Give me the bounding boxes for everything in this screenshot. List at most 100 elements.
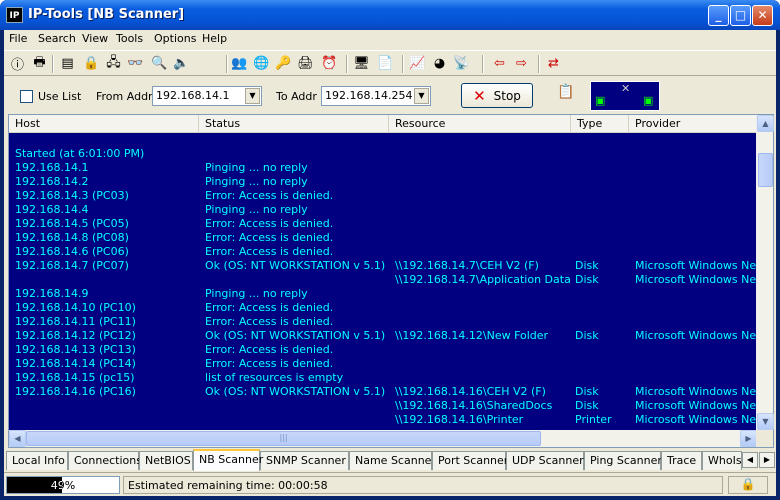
row-host: 192.168.14.9 <box>15 287 89 300</box>
title-bar[interactable]: IP IP-Tools [NB Scanner] _ □ ✕ <box>0 0 780 30</box>
tab-port-scanner[interactable]: Port Scanner <box>432 451 508 470</box>
scroll-up-button[interactable]: ▲ <box>757 115 774 132</box>
list-body[interactable]: Started (at 6:01:00 PM) 192.168.14.1 Ping… <box>9 133 757 430</box>
clock-icon[interactable]: ⏰ <box>320 54 339 73</box>
menu-item-options[interactable]: Options <box>154 32 196 45</box>
chevron-down-icon[interactable]: ▼ <box>414 88 429 104</box>
menu-item-view[interactable]: View <box>82 32 108 45</box>
scroll-left-button[interactable]: ◀ <box>9 430 26 447</box>
close-button[interactable]: ✕ <box>752 5 773 26</box>
document-icon[interactable]: 📄 <box>376 54 395 73</box>
tab-connections[interactable]: Connections <box>68 451 142 470</box>
use-list-checkbox[interactable] <box>20 90 33 103</box>
row-host: 192.168.14.1 <box>15 161 89 174</box>
tab-udp-scanner[interactable]: UDP Scanner <box>506 451 584 470</box>
horizontal-scroll-thumb[interactable]: ||| <box>26 431 541 446</box>
toolbar-separator <box>482 55 484 73</box>
from-addr-value: 192.168.14.1 <box>156 89 230 102</box>
vertical-scroll-thumb[interactable] <box>758 153 773 187</box>
info-icon[interactable]: ⓘ <box>8 54 27 73</box>
finder-icon[interactable]: 🔍 <box>150 54 169 73</box>
row-host: 192.168.14.4 <box>15 203 89 216</box>
row-status: Error: Access is denied. <box>205 357 334 370</box>
lock-icon[interactable]: 🔒 <box>82 54 101 73</box>
stop-label: Stop <box>493 88 521 103</box>
row-type: Disk <box>575 259 599 272</box>
tab-trace[interactable]: Trace <box>661 451 702 470</box>
toolbar-separator <box>226 55 228 73</box>
people-icon[interactable]: 👥 <box>230 54 249 73</box>
chart-icon[interactable]: 📈 <box>408 54 427 73</box>
scroll-right-button[interactable]: ▶ <box>740 430 757 447</box>
menu-item-search[interactable]: Search <box>38 32 76 45</box>
arrow-right-icon[interactable]: ⇨ <box>512 54 531 73</box>
speaker-icon[interactable]: 🔈 <box>172 54 191 73</box>
stop-button[interactable]: ✕ Stop <box>461 83 533 108</box>
tab-scroll-left-icon[interactable]: ◀ <box>742 452 758 468</box>
scroll-down-button[interactable]: ▼ <box>757 413 774 430</box>
row-status: Error: Access is denied. <box>205 301 334 314</box>
from-addr-combo[interactable]: 192.168.14.1 ▼ <box>152 86 262 106</box>
row-status: Ok (OS: NT WORKSTATION v 5.1) <box>205 385 386 398</box>
window-icon[interactable]: ▤ <box>58 54 77 73</box>
satellite-icon[interactable]: 📡 <box>452 54 471 73</box>
network-icon[interactable]: 🖧 <box>104 54 123 73</box>
vertical-scrollbar[interactable]: ▲ ▼ <box>756 115 774 430</box>
menu-item-help[interactable]: Help <box>202 32 227 45</box>
results-list[interactable]: Host Status Resource Type Provider Started (… <box>8 114 774 448</box>
app-window: IP IP-Tools [NB Scanner] _ □ ✕ File Searc… <box>0 0 780 500</box>
tab-whois[interactable]: WhoIs <box>702 451 742 470</box>
toolbar-separator <box>346 55 348 73</box>
status-message: Estimated remaining time: 00:00:58 <box>123 476 723 494</box>
printer-icon[interactable]: 🖶 <box>30 54 49 73</box>
monitor-icon[interactable]: 🖥 <box>352 54 371 73</box>
row-status: Error: Access is denied. <box>205 343 334 356</box>
row-host: 192.168.14.8 (PC08) <box>15 231 129 244</box>
row-host: 192.168.14.13 (PC13) <box>15 343 136 356</box>
pie-icon[interactable]: ◕ <box>430 54 449 73</box>
status-bar: 49% Estimated remaining time: 00:00:58 🔒 <box>4 472 776 496</box>
row-host: 192.168.14.6 (PC06) <box>15 245 129 258</box>
column-header-status[interactable]: Status <box>199 115 389 133</box>
arrows-swap-icon[interactable]: ⇄ <box>544 54 563 73</box>
arrow-left-icon[interactable]: ⇦ <box>490 54 509 73</box>
maximize-button[interactable]: □ <box>730 5 751 26</box>
globe-icon[interactable]: 🌐 <box>252 54 271 73</box>
column-header-type[interactable]: Type <box>571 115 629 133</box>
notepad-icon[interactable]: 📋 <box>556 84 576 106</box>
menu-item-file[interactable]: File <box>9 32 27 45</box>
toolbar-separator <box>538 55 540 73</box>
column-header-resource[interactable]: Resource <box>389 115 571 133</box>
to-addr-combo[interactable]: 192.168.14.254 ▼ <box>321 86 431 106</box>
row-host: 192.168.14.3 (PC03) <box>15 189 129 202</box>
horizontal-scrollbar[interactable]: ◀ ||| ▶ <box>9 430 757 447</box>
row-provider: Microsoft Windows Netw <box>635 259 757 272</box>
tab-scroll-right-icon[interactable]: ▶ <box>759 452 775 468</box>
row-host: 192.168.14.11 (PC11) <box>15 315 136 328</box>
tab-ping-scanner[interactable]: Ping Scanner <box>584 451 662 470</box>
row-provider: Microsoft Windows Netw <box>635 329 757 342</box>
tab-name-scanner[interactable]: Name Scanner <box>349 451 436 470</box>
options-bar: Use List From Addr 192.168.14.1 ▼ To Add… <box>4 78 776 112</box>
started-line: Started (at 6:01:00 PM) <box>15 147 145 160</box>
tab-local-info[interactable]: Local Info <box>6 451 68 470</box>
menu-item-tools[interactable]: Tools <box>116 32 143 45</box>
binoculars-icon[interactable]: 👓 <box>126 54 145 73</box>
minimize-button[interactable]: _ <box>708 5 729 26</box>
row-status: Error: Access is denied. <box>205 315 334 328</box>
chevron-down-icon[interactable]: ▼ <box>245 88 260 104</box>
client-area: File Search View Tools Options Help ⓘ 🖶 ▤ 🔒 🖧 👓 🔍 🔈 👥… <box>4 30 776 496</box>
column-header-provider[interactable]: Provider <box>629 115 757 133</box>
to-addr-label: To Addr <box>276 90 317 103</box>
column-header-host[interactable]: Host <box>9 115 199 133</box>
row-status: Error: Access is denied. <box>205 189 334 202</box>
tab-snmp-scanner[interactable]: SNMP Scanner <box>260 451 349 470</box>
row-type: Disk <box>575 329 599 342</box>
progress-bar: 49% <box>6 476 120 494</box>
print-icon[interactable]: 🖨 <box>296 54 315 73</box>
tab-nb-scanner[interactable]: NB Scanner <box>193 449 263 471</box>
app-icon: IP <box>6 7 23 23</box>
key-icon[interactable]: 🔑 <box>274 54 293 73</box>
row-provider: Microsoft Windows Netw <box>635 385 757 398</box>
tab-netbios[interactable]: NetBIOS <box>139 451 193 470</box>
